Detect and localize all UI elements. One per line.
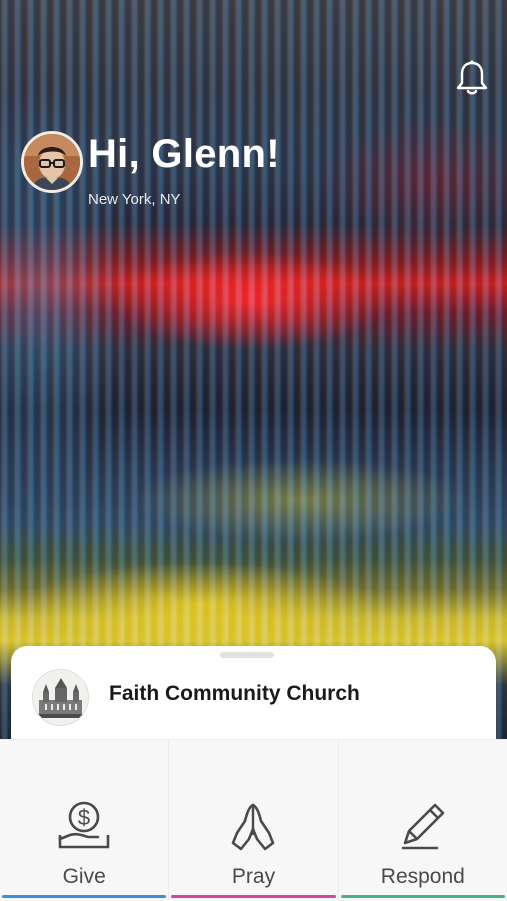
give-label: Give: [62, 865, 106, 888]
user-photo: [24, 134, 80, 190]
respond-button[interactable]: Respond: [339, 740, 507, 901]
svg-text:$: $: [78, 805, 90, 830]
church-name[interactable]: Faith Community Church: [109, 682, 360, 706]
pray-button[interactable]: Pray: [169, 740, 339, 901]
hero-background: [0, 0, 507, 745]
pray-underline: [171, 895, 336, 898]
drag-handle[interactable]: [220, 652, 274, 658]
pray-label: Pray: [231, 865, 276, 888]
respond-underline: [340, 895, 505, 898]
avatar[interactable]: [21, 131, 83, 193]
bell-icon[interactable]: [454, 58, 490, 98]
respond-label: Respond: [380, 865, 465, 888]
greeting-title: Hi, Glenn!: [88, 132, 280, 176]
church-building-icon: [32, 669, 89, 726]
action-bar: $ Give Pray Respond: [0, 739, 507, 901]
location-label: New York, NY: [88, 191, 181, 208]
praying-hands-icon: [232, 803, 275, 851]
give-button[interactable]: $ Give: [0, 740, 170, 901]
pencil-icon: [401, 803, 445, 850]
money-hand-icon: $: [58, 801, 110, 849]
give-underline: [2, 895, 167, 898]
